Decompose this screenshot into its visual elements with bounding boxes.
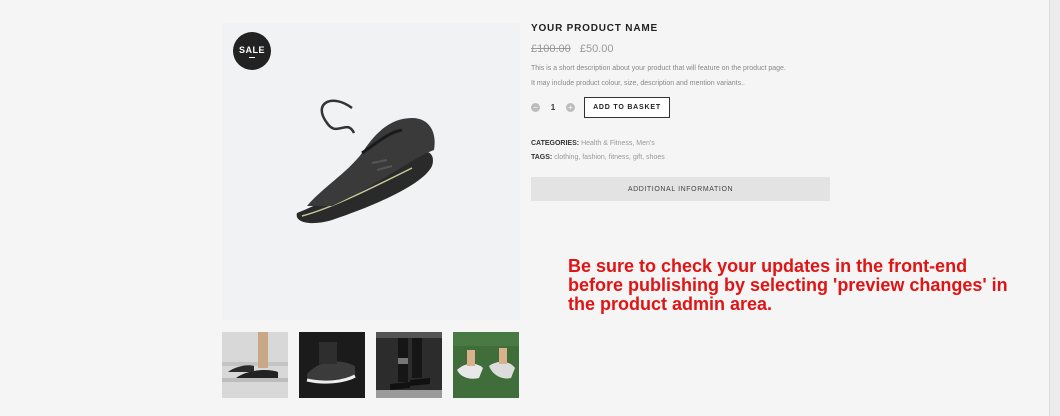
sneaker-image bbox=[296, 99, 435, 224]
price-row: £100.00 £50.00 bbox=[531, 43, 831, 55]
quantity-input[interactable]: 1 bbox=[540, 103, 566, 112]
quantity-stepper: − 1 + ADD TO BASKET bbox=[531, 97, 670, 118]
short-description: This is a short description about your p… bbox=[531, 61, 831, 91]
categories-links[interactable]: Health & Fitness, Men's bbox=[581, 140, 655, 147]
decrease-quantity-button[interactable]: − bbox=[531, 103, 540, 112]
thumbnail-3[interactable] bbox=[376, 332, 442, 398]
tags-row: TAGS: clothing, fashion, fitness, gift, … bbox=[531, 151, 665, 165]
description-line-2: It may include product colour, size, des… bbox=[531, 80, 745, 87]
annotation-note: Be sure to check your updates in the fro… bbox=[568, 256, 1008, 314]
sale-badge: SALE bbox=[233, 32, 271, 70]
add-to-basket-button[interactable]: ADD TO BASKET bbox=[584, 97, 670, 118]
description-line-1: This is a short description about your p… bbox=[531, 65, 786, 72]
sale-price: £50.00 bbox=[579, 43, 614, 55]
product-title: YOUR PRODUCT NAME bbox=[531, 23, 658, 34]
thumbnail-2[interactable] bbox=[299, 332, 365, 398]
thumbnail-1[interactable] bbox=[222, 332, 288, 398]
old-price: £100.00 bbox=[531, 43, 571, 55]
tags-label: TAGS: bbox=[531, 154, 553, 161]
tags-links[interactable]: clothing, fashion, fitness, gift, shoes bbox=[554, 154, 665, 161]
page-scrollbar[interactable] bbox=[1049, 0, 1060, 416]
categories-label: CATEGORIES: bbox=[531, 140, 580, 147]
sale-badge-label: SALE bbox=[238, 44, 265, 55]
thumbnail-gallery bbox=[222, 332, 519, 398]
categories-row: CATEGORIES: Health & Fitness, Men's bbox=[531, 137, 665, 151]
product-summary: YOUR PRODUCT NAME £100.00 £50.00 This is… bbox=[531, 23, 831, 91]
thumbnail-4[interactable] bbox=[453, 332, 519, 398]
tab-additional-information[interactable]: ADDITIONAL INFORMATION bbox=[531, 177, 830, 201]
product-meta: CATEGORIES: Health & Fitness, Men's TAGS… bbox=[531, 137, 665, 165]
product-main-image[interactable]: SALE bbox=[222, 23, 520, 320]
increase-quantity-button[interactable]: + bbox=[566, 103, 575, 112]
